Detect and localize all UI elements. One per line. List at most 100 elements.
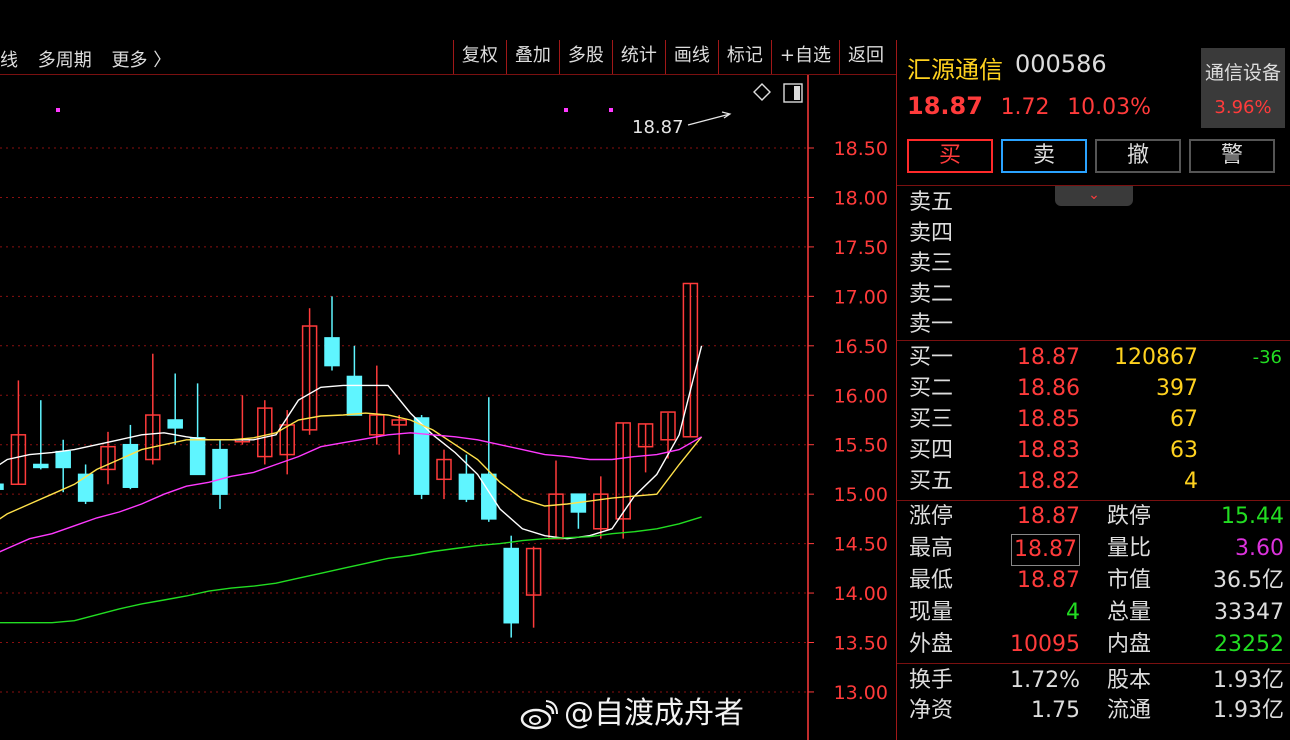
ask-row[interactable]: 卖二: [897, 280, 1290, 310]
ask-label: 卖五: [909, 190, 954, 215]
stat-value: 10095: [1010, 632, 1080, 657]
stock-name: 汇源通信: [907, 56, 1003, 84]
stat-value: 18.87: [1011, 534, 1080, 566]
alert-button[interactable]: 警: [1189, 139, 1275, 173]
candle-body: [212, 448, 228, 495]
y-tick-label: 13.00: [834, 682, 888, 704]
tool-buttons: 复权 叠加 多股 统计 画线 标记 +自选 返回: [452, 40, 892, 74]
bid-row[interactable]: 买一 18.87 120867 -36: [897, 343, 1290, 373]
ask-label: 卖三: [909, 251, 954, 276]
bid-price: 18.85: [1017, 407, 1080, 432]
multi-period-menu-item[interactable]: 多周期: [38, 50, 92, 71]
stats-row: 外盘 10095 内盘 23252: [897, 630, 1290, 660]
statistics-button[interactable]: 统计: [611, 40, 665, 74]
marker-dot: [56, 108, 60, 112]
bid-volume: 120867: [1114, 345, 1198, 370]
stats-row: 净资 1.75 流通 1.93亿: [897, 696, 1290, 726]
candle-body: [324, 337, 340, 367]
stats-row: 最高 18.87 量比 3.60: [897, 534, 1290, 566]
candle-body: [77, 473, 94, 502]
y-tick-label: 18.00: [834, 187, 888, 209]
stat-label: 内盘: [1107, 632, 1152, 657]
stat-value: 1.72%: [1010, 668, 1080, 693]
stats-row: 涨停 18.87 跌停 15.44: [897, 502, 1290, 532]
stats-row: 现量 4 总量 33347: [897, 598, 1290, 628]
ask-row[interactable]: 卖一: [897, 310, 1290, 340]
bid-label: 买五: [909, 469, 954, 494]
y-tick-label: 14.50: [834, 534, 888, 556]
adjust-button[interactable]: 复权: [452, 40, 506, 74]
sector-name: 通信设备: [1204, 62, 1281, 84]
buy-button[interactable]: 买: [907, 139, 993, 173]
bid-volume: 63: [1170, 438, 1198, 463]
draw-line-button[interactable]: 画线: [664, 40, 718, 74]
candle-body: [122, 443, 139, 488]
bid-volume: 67: [1170, 407, 1198, 432]
candle-body: [0, 483, 4, 490]
price-change-pct: 10.03%: [1067, 95, 1152, 120]
stat-value: 36.5亿: [1213, 568, 1284, 593]
add-watchlist-button[interactable]: +自选: [770, 40, 839, 74]
divider: [897, 340, 1290, 341]
period-menu: 线 多周期 更多 〉: [0, 46, 185, 72]
bid-row[interactable]: 买三 18.85 67: [897, 405, 1290, 435]
stat-value: 1.93亿: [1213, 668, 1284, 693]
multi-stock-button[interactable]: 多股: [558, 40, 612, 74]
high-price-label: 18.87: [632, 117, 684, 138]
stat-label: 股本: [1107, 668, 1152, 693]
bid-price: 18.83: [1017, 438, 1080, 463]
ask-row[interactable]: 卖五: [897, 188, 1290, 218]
candle-body: [189, 437, 206, 476]
line-menu-item[interactable]: 线: [0, 50, 18, 71]
quote-panel: 汇源通信 000586 18.87 1.72 10.03% 通信设备 3.96%…: [897, 40, 1290, 740]
candle-body: [55, 450, 71, 469]
watermark: @自渡成舟者: [520, 688, 744, 732]
sell-button[interactable]: 卖: [1001, 139, 1087, 173]
divider: [897, 663, 1290, 664]
bid-label: 买二: [909, 376, 954, 401]
candle-body: [167, 419, 183, 429]
candle-body: [346, 375, 363, 416]
bid-label: 买三: [909, 407, 954, 432]
bid-row[interactable]: 买二 18.86 397: [897, 374, 1290, 404]
stat-value: 4: [1066, 600, 1080, 625]
bid-row[interactable]: 买四 18.83 63: [897, 436, 1290, 466]
stat-label: 总量: [1107, 600, 1152, 625]
trade-buttons: 买 卖 撤 警: [907, 139, 1275, 173]
bid-row[interactable]: 买五 18.82 4: [897, 467, 1290, 497]
ask-label: 卖一: [909, 312, 954, 337]
bid-price: 18.87: [1017, 345, 1080, 370]
stat-value: 18.87: [1017, 504, 1080, 529]
stat-label: 最高: [909, 536, 954, 561]
candlestick-chart[interactable]: 18.50 18.00 17.50 17.00 16.50 16.00 15.50 15.00…: [0, 75, 896, 740]
stat-label: 量比: [1107, 536, 1152, 561]
stat-label: 净资: [909, 698, 954, 723]
mark-button[interactable]: 标记: [717, 40, 771, 74]
y-tick-label: 16.50: [834, 336, 888, 358]
ask-label: 卖四: [909, 220, 954, 246]
sector-box[interactable]: 通信设备 3.96%: [1201, 48, 1285, 128]
stat-value: 1.75: [1031, 698, 1080, 723]
back-button[interactable]: 返回: [839, 40, 892, 74]
ma-line: [0, 516, 702, 624]
ask-row[interactable]: 卖四: [897, 219, 1290, 249]
stat-value: 15.44: [1221, 504, 1284, 529]
more-menu-item[interactable]: 更多 〉: [111, 50, 171, 71]
stat-label: 流通: [1107, 698, 1152, 723]
bid-label: 买一: [909, 345, 954, 370]
price-change: 1.72: [1000, 95, 1050, 120]
y-tick-label: 14.00: [834, 583, 888, 605]
cancel-order-button[interactable]: 撤: [1095, 139, 1181, 173]
price-row: 18.87 1.72 10.03%: [907, 92, 1151, 120]
stats-row: 换手 1.72% 股本 1.93亿: [897, 666, 1290, 696]
marker-dot: [609, 108, 613, 112]
y-tick-label: 15.00: [834, 484, 888, 506]
diamond-icon: [753, 83, 771, 101]
stock-code: 000586: [1015, 50, 1107, 78]
y-tick-label: 17.00: [834, 286, 888, 308]
bid-label: 买四: [909, 438, 954, 463]
stat-label: 换手: [909, 668, 954, 693]
ask-row[interactable]: 卖三: [897, 249, 1290, 279]
watermark-text: @自渡成舟者: [564, 696, 744, 731]
overlay-button[interactable]: 叠加: [505, 40, 559, 74]
